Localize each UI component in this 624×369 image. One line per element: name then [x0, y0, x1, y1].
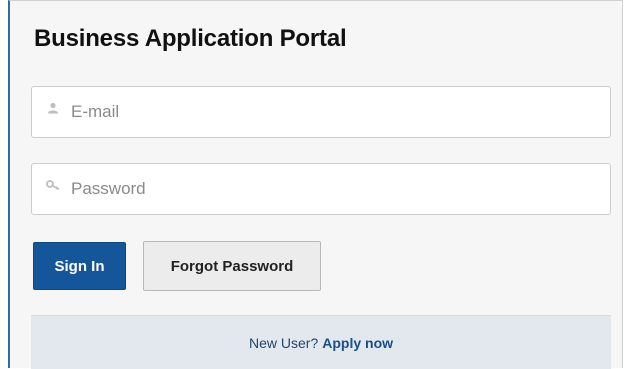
login-panel: Business Application Portal Sign In Forg… [8, 0, 623, 369]
apply-now-link[interactable]: Apply now [322, 335, 393, 351]
new-user-prompt: New User? [248, 334, 319, 351]
new-user-footer: New User? Apply now [31, 315, 611, 369]
password-field[interactable] [31, 163, 611, 215]
user-icon [45, 100, 61, 116]
password-input[interactable] [71, 179, 591, 199]
forgot-password-button[interactable]: Forgot Password [143, 241, 321, 291]
sign-in-button[interactable]: Sign In [33, 242, 126, 290]
email-input[interactable] [71, 102, 591, 122]
email-field[interactable] [31, 86, 611, 138]
page-title: Business Application Portal [34, 25, 347, 52]
key-icon [45, 177, 61, 193]
